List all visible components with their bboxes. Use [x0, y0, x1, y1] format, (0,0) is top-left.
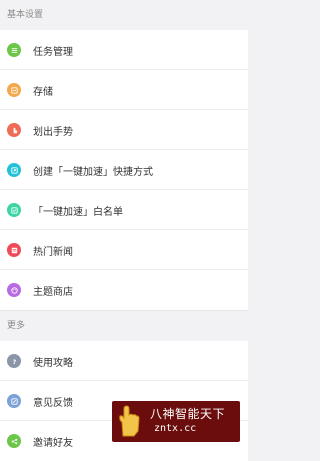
watermark-domain: zntx.cc — [154, 423, 197, 434]
feedback-icon — [7, 394, 21, 408]
basic-settings-list: 任务管理 存储 划出手势 创建「一键加速」快捷方式 「一键加速」白名单 热门新闻… — [0, 30, 248, 310]
theme-store-icon — [7, 283, 21, 297]
menu-item-hot-news[interactable]: 热门新闻 — [0, 230, 248, 270]
menu-item-usage-guide[interactable]: ? 使用攻略 — [0, 341, 248, 381]
menu-item-create-boost-shortcut[interactable]: 创建「一键加速」快捷方式 — [0, 150, 248, 190]
hand-icon — [119, 405, 140, 437]
menu-item-label: 「一键加速」白名单 — [33, 206, 123, 218]
menu-item-label: 存储 — [33, 86, 53, 98]
shortcut-icon — [7, 163, 21, 177]
gesture-icon — [7, 123, 21, 137]
menu-item-task-management[interactable]: 任务管理 — [0, 30, 248, 70]
share-icon — [7, 434, 21, 448]
svg-text:?: ? — [12, 358, 16, 365]
task-list-icon — [7, 43, 21, 57]
watermark-logo: 八神智能天下 zntx.cc — [112, 401, 240, 442]
menu-item-theme-store[interactable]: 主题商店 — [0, 270, 248, 310]
section-header-basic-settings: 基本设置 — [0, 0, 248, 30]
menu-item-label: 创建「一键加速」快捷方式 — [33, 166, 153, 178]
section-header-more: 更多 — [0, 310, 248, 341]
menu-item-swipe-gesture[interactable]: 划出手势 — [0, 110, 248, 150]
settings-page: 基本设置 任务管理 存储 划出手势 创建「一键加速」快捷方式 「一键加速」白名单… — [0, 0, 248, 461]
menu-item-label: 热门新闻 — [33, 246, 73, 258]
menu-item-label: 划出手势 — [33, 126, 73, 138]
storage-icon — [7, 83, 21, 97]
menu-item-label: 主题商店 — [33, 286, 73, 298]
whitelist-icon — [7, 203, 21, 217]
menu-item-label: 任务管理 — [33, 46, 73, 58]
watermark-title: 八神智能天下 — [150, 407, 226, 421]
help-icon: ? — [7, 354, 21, 368]
menu-item-storage[interactable]: 存储 — [0, 70, 248, 110]
menu-item-label: 意见反馈 — [33, 397, 73, 409]
news-icon — [7, 243, 21, 257]
menu-item-label: 邀请好友 — [33, 437, 73, 449]
menu-item-boost-whitelist[interactable]: 「一键加速」白名单 — [0, 190, 248, 230]
menu-item-label: 使用攻略 — [33, 357, 73, 369]
